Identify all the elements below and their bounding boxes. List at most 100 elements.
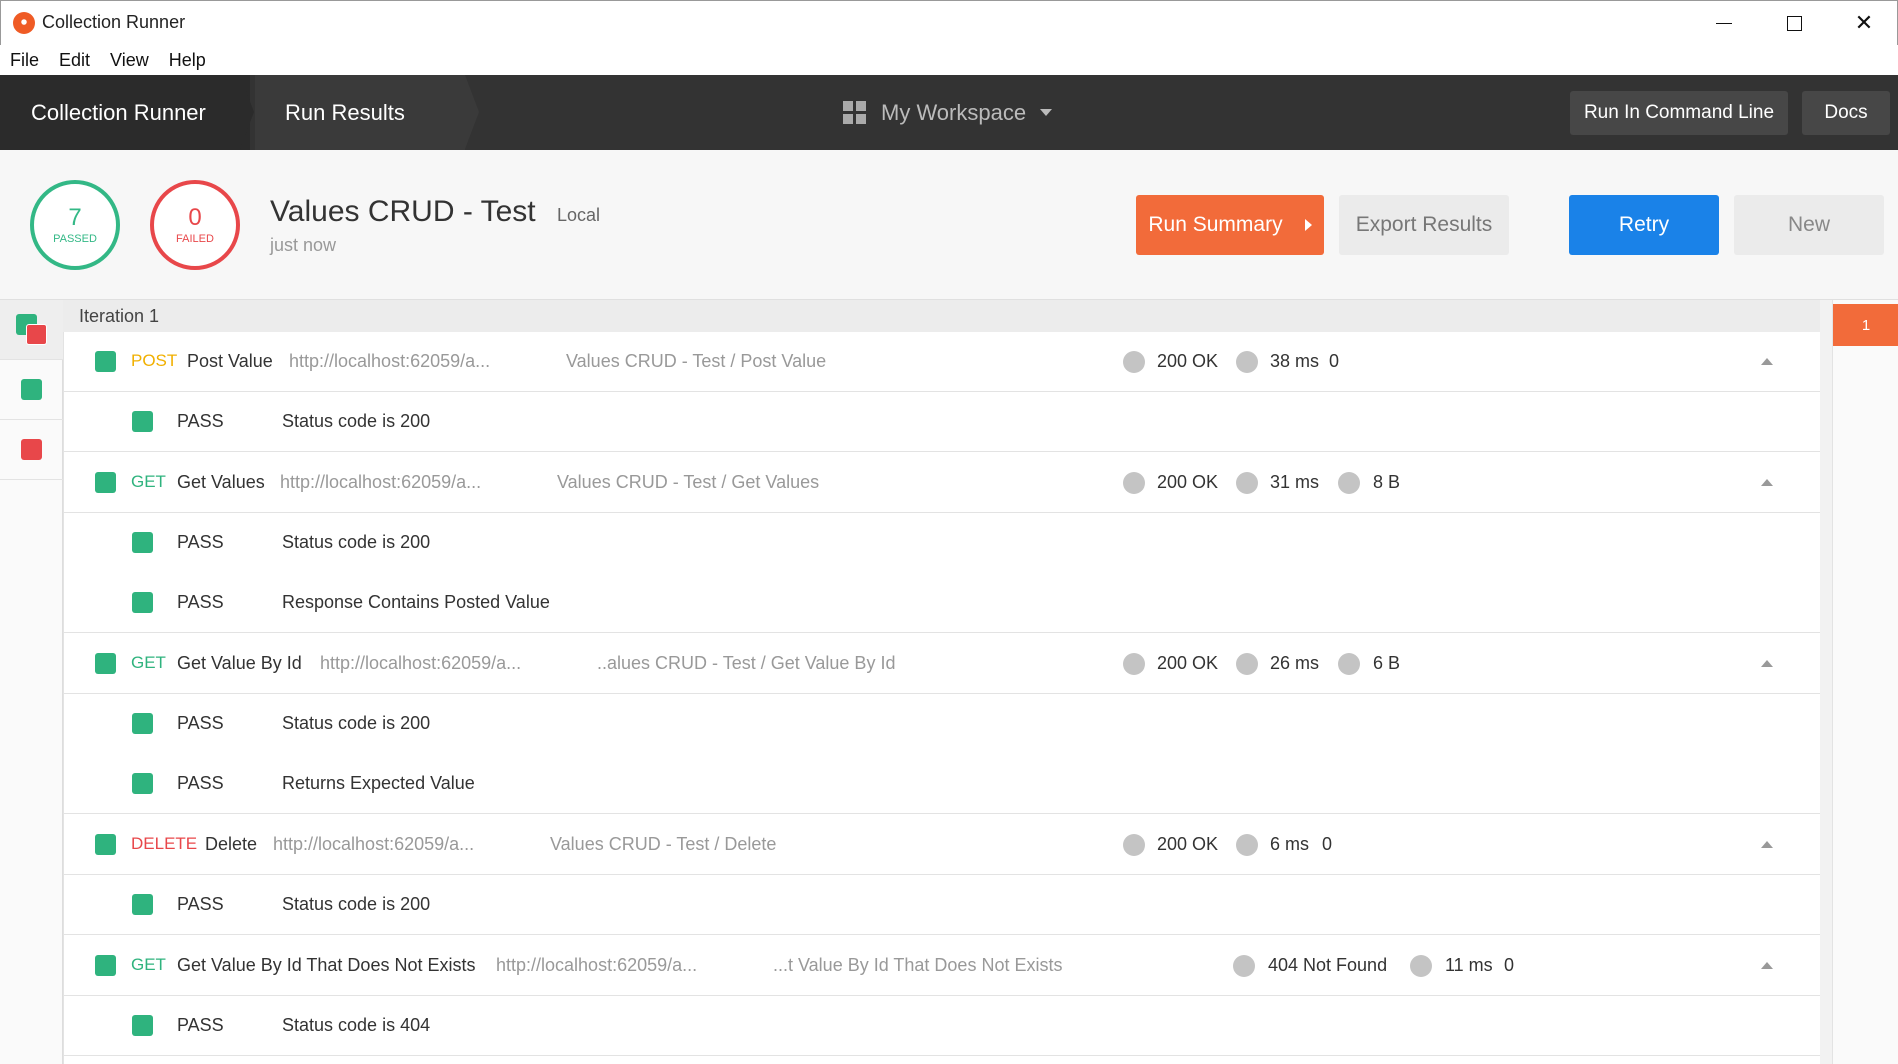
request-status-indicator xyxy=(95,834,116,855)
environment-name: Local xyxy=(557,205,601,225)
breadcrumb-collection-runner[interactable]: Collection Runner xyxy=(0,75,250,150)
request-row[interactable]: GET Get Value By Id http://localhost:620… xyxy=(64,634,1821,694)
collapse-chevron-icon[interactable] xyxy=(1761,841,1773,848)
docs-button[interactable]: Docs xyxy=(1802,91,1890,135)
status-dot-icon xyxy=(1123,834,1145,856)
run-summary-button[interactable]: Run Summary xyxy=(1136,195,1324,255)
workspace-dropdown[interactable]: My Workspace xyxy=(843,75,1053,150)
menu-view[interactable]: View xyxy=(110,50,149,71)
breadcrumb-separator xyxy=(240,75,254,149)
minimize-button[interactable] xyxy=(1689,1,1759,46)
filter-failed-button[interactable] xyxy=(0,420,63,480)
filter-all-button[interactable] xyxy=(0,300,63,360)
status-dot-icon xyxy=(1123,653,1145,675)
request-name[interactable]: Get Values xyxy=(177,472,265,493)
menu-edit[interactable]: Edit xyxy=(59,50,90,71)
run-in-command-line-button[interactable]: Run In Command Line xyxy=(1570,91,1788,135)
response-size: 0 xyxy=(1504,955,1515,975)
chevron-down-icon xyxy=(1040,109,1053,116)
collapse-chevron-icon[interactable] xyxy=(1761,479,1773,486)
test-row: PASS Status code is 200 xyxy=(64,392,1821,452)
maximize-button[interactable] xyxy=(1759,1,1829,46)
breadcrumb-run-results[interactable]: Run Results xyxy=(255,75,465,150)
request-status-indicator xyxy=(95,955,116,976)
test-pass-icon xyxy=(132,894,153,915)
test-name: Status code is 200 xyxy=(282,894,431,914)
test-result: PASS xyxy=(177,713,224,733)
request-url: http://localhost:62059/a... xyxy=(273,834,475,854)
test-row: PASS Status code is 200 xyxy=(64,694,1821,754)
failed-count: 0 xyxy=(188,204,202,231)
request-status-indicator xyxy=(95,472,116,493)
iteration-marker[interactable]: 1 xyxy=(1833,304,1898,346)
run-summary-panel: 7 PASSED 0 FAILED Values CRUD - Test Loc… xyxy=(0,150,1898,300)
request-row[interactable]: POST Post Value http://localhost:62059/a… xyxy=(64,332,1821,392)
postman-logo-icon xyxy=(13,12,35,34)
test-name: Status code is 200 xyxy=(282,713,431,733)
results-scrollbar[interactable] xyxy=(1820,300,1832,1064)
passed-label: PASSED xyxy=(53,233,97,245)
failed-filter-icon xyxy=(21,439,42,460)
retry-button[interactable]: Retry xyxy=(1569,195,1719,255)
request-row[interactable]: DELETE Delete http://localhost:62059/a..… xyxy=(64,815,1821,875)
size-dot-icon xyxy=(1338,653,1360,675)
test-pass-icon xyxy=(132,411,153,432)
menu-help[interactable]: Help xyxy=(169,50,206,71)
response-time: 6 ms xyxy=(1270,834,1310,854)
collapse-chevron-icon[interactable] xyxy=(1761,962,1773,969)
request-path: ...t Value By Id That Does Not Exists xyxy=(773,955,1063,975)
test-name: Returns Expected Value xyxy=(282,773,475,793)
test-pass-icon xyxy=(132,1015,153,1036)
response-size: 8 B xyxy=(1373,472,1401,492)
response-time: 38 ms xyxy=(1270,351,1320,371)
time-dot-icon xyxy=(1236,834,1258,856)
failed-label: FAILED xyxy=(176,233,214,245)
workspace-grid-icon xyxy=(843,101,866,124)
response-status: 200 OK xyxy=(1157,834,1219,854)
all-results-icon xyxy=(15,313,48,346)
request-method: POST xyxy=(131,351,178,370)
menu-file[interactable]: File xyxy=(10,50,39,71)
passed-counter: 7 PASSED xyxy=(30,180,120,270)
test-row: PASS Response Contains Posted Value xyxy=(64,573,1821,633)
time-dot-icon xyxy=(1236,472,1258,494)
export-results-button[interactable]: Export Results xyxy=(1339,195,1509,255)
maximize-icon xyxy=(1786,16,1802,31)
request-url: http://localhost:62059/a... xyxy=(289,351,491,371)
request-method: GET xyxy=(131,653,166,672)
request-name[interactable]: Delete xyxy=(205,834,257,855)
status-dot-icon xyxy=(1123,472,1145,494)
test-row: PASS Status code is 200 xyxy=(64,875,1821,935)
results-list: POST Post Value http://localhost:62059/a… xyxy=(63,332,1821,1064)
request-url: http://localhost:62059/a... xyxy=(496,955,698,975)
request-method: GET xyxy=(131,955,166,974)
request-path: Values CRUD - Test / Post Value xyxy=(566,351,827,371)
run-summary-label: Run Summary xyxy=(1148,213,1283,236)
close-button[interactable]: ✕ xyxy=(1829,1,1898,46)
time-dot-icon xyxy=(1410,955,1432,977)
failed-counter: 0 FAILED xyxy=(150,180,240,270)
new-button[interactable]: New xyxy=(1734,195,1884,255)
response-status: 200 OK xyxy=(1157,351,1219,371)
request-row[interactable]: GET Get Value By Id That Does Not Exists… xyxy=(64,936,1821,996)
close-icon: ✕ xyxy=(1854,11,1874,36)
response-time: 26 ms xyxy=(1270,653,1320,673)
request-name[interactable]: Get Value By Id That Does Not Exists xyxy=(177,955,475,976)
test-row: PASS Status code is 200 xyxy=(64,513,1821,573)
request-name[interactable]: Post Value xyxy=(187,351,273,372)
collapse-chevron-icon[interactable] xyxy=(1761,358,1773,365)
request-status-indicator xyxy=(95,653,116,674)
test-result: PASS xyxy=(177,532,224,552)
status-dot-icon xyxy=(1233,955,1255,977)
request-row[interactable]: GET Get Values http://localhost:62059/a.… xyxy=(64,453,1821,513)
request-method: DELETE xyxy=(131,834,198,853)
request-method: GET xyxy=(131,472,166,491)
filter-passed-button[interactable] xyxy=(0,360,63,420)
collection-name: Values CRUD - Test xyxy=(270,195,536,228)
request-name[interactable]: Get Value By Id xyxy=(177,653,302,674)
time-dot-icon xyxy=(1236,351,1258,373)
test-result: PASS xyxy=(177,1015,224,1035)
size-dot-icon xyxy=(1338,472,1360,494)
collapse-chevron-icon[interactable] xyxy=(1761,660,1773,667)
test-pass-icon xyxy=(132,773,153,794)
